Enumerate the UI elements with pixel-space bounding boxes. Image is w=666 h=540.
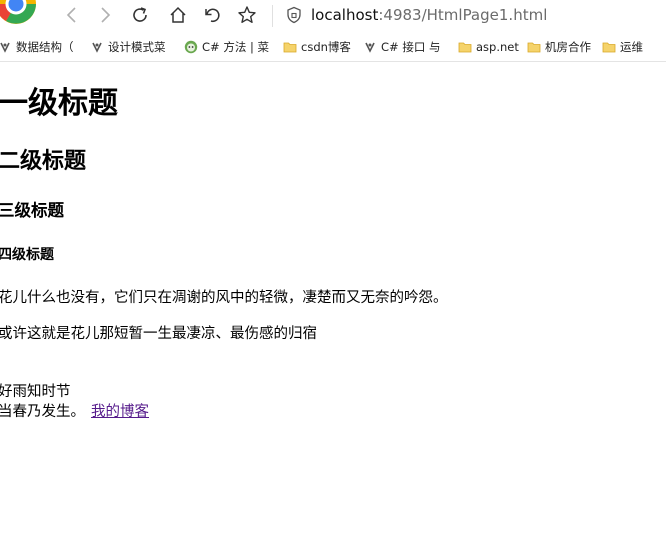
app-icon (92, 42, 102, 53)
refresh-icon (133, 7, 147, 22)
folder-icon (458, 42, 472, 53)
address-bar[interactable]: localhost:4983/HtmlPage1.html (280, 2, 666, 28)
app-icon (365, 42, 375, 53)
toolbar-divider (272, 5, 273, 27)
undo-button[interactable] (201, 4, 225, 26)
bookmark-item[interactable]: 数据结构（ (0, 37, 74, 57)
heading-level-4: 四级标题 (0, 247, 54, 263)
app-icon (0, 42, 10, 53)
refresh-button[interactable] (128, 4, 152, 26)
heading-level-3: 三级标题 (0, 201, 64, 220)
shield-icon (287, 6, 301, 24)
home-icon (170, 6, 186, 23)
heading-level-1: 一级标题 (0, 86, 118, 121)
poem-line-1: 好雨知时节 (0, 384, 71, 400)
poem-line-2-text: 当春乃发生。 (0, 404, 85, 420)
browser-logo-icon (0, 0, 36, 24)
bookmark-item[interactable]: csdn博客 (283, 37, 351, 57)
url-path: :4983/HtmlPage1.html (378, 6, 548, 24)
bookmark-item[interactable]: asp.net (458, 37, 519, 57)
blog-link[interactable]: 我的博客 (91, 404, 149, 420)
poem-line-2: 当春乃发生。 我的博客 (0, 402, 149, 422)
folder-icon (283, 42, 297, 53)
bookmark-item[interactable]: C# 接口 与 (363, 37, 440, 57)
home-button[interactable] (166, 4, 190, 26)
back-icon (66, 7, 76, 23)
paragraph-2: 或许这就是花儿那短暂一生最凄凉、最伤感的归宿 (0, 326, 317, 342)
url-host: localhost (311, 6, 379, 24)
heading-level-2: 二级标题 (0, 149, 87, 174)
browser-toolbar: localhost:4983/HtmlPage1.html (0, 0, 666, 32)
bookmark-item[interactable]: 机房合作 (527, 37, 591, 57)
folder-icon (527, 42, 541, 53)
bookmark-item[interactable]: 运维 (602, 37, 643, 57)
favorite-button[interactable] (235, 4, 259, 26)
paragraph-1: 花儿什么也没有，它们只在凋谢的风中的轻微，凄楚而又无奈的吟怨。 (0, 290, 448, 306)
undo-icon (205, 8, 220, 23)
bookmark-item[interactable]: C# 方法 | 菜 (184, 37, 269, 57)
robot-icon (184, 40, 198, 54)
folder-icon (602, 42, 616, 53)
back-button[interactable] (60, 4, 84, 26)
favorite-star-icon (238, 6, 256, 23)
forward-button[interactable] (93, 4, 117, 26)
bookmarks-bar: 数据结构（ 设计模式菜 C# 方法 | 菜 csdn博客 C# 接口 与 asp… (0, 33, 666, 62)
bookmark-item[interactable]: 设计模式菜 (90, 37, 166, 57)
forward-icon (101, 7, 111, 23)
